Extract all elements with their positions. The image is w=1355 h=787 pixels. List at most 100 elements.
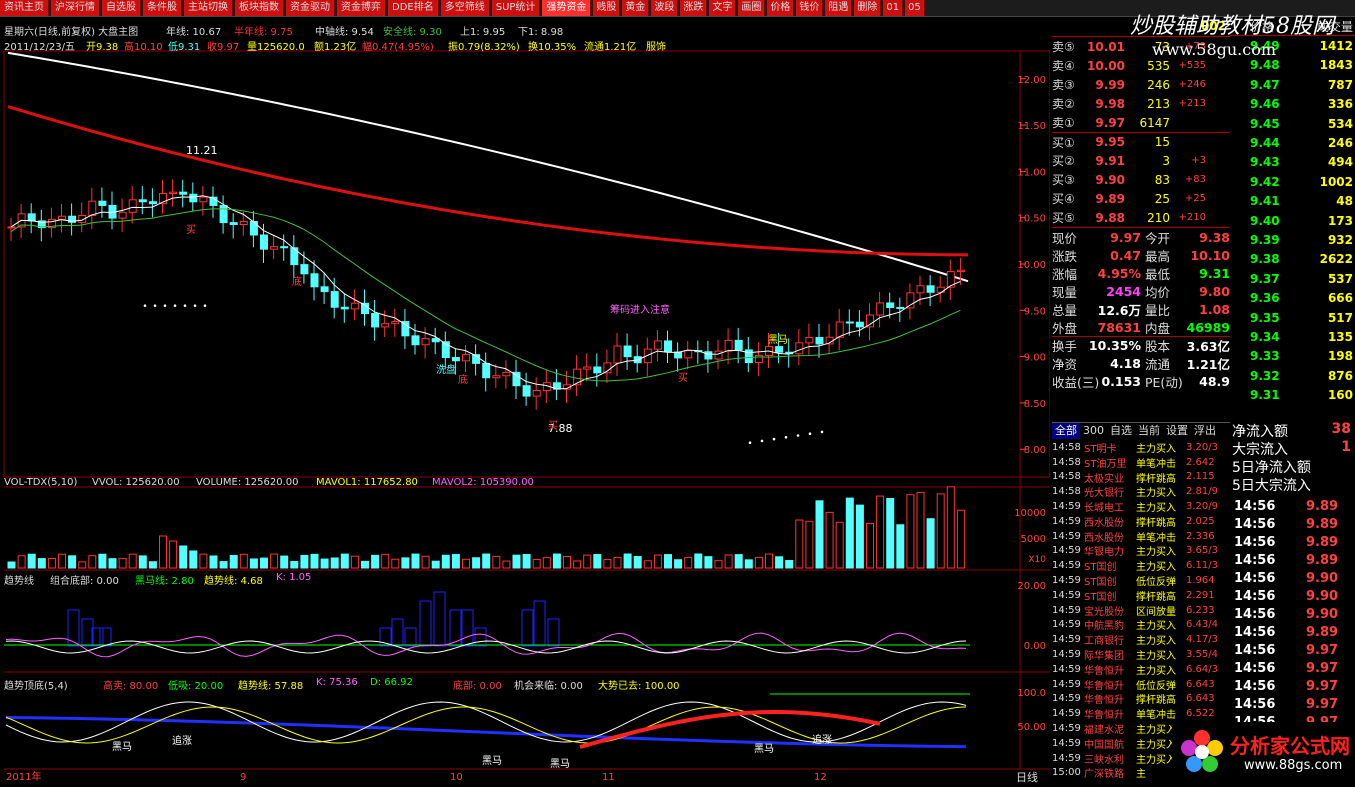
ticker-x: 6.43/4	[1186, 619, 1218, 631]
volume-bar	[866, 522, 874, 569]
toolbar-button-11[interactable]: 强势资金	[542, 0, 592, 16]
volume-bar	[633, 556, 642, 569]
toolbar-button-18[interactable]: 价格	[767, 0, 795, 16]
toolbar-button-16[interactable]: 文字	[709, 0, 737, 16]
toolbar-button-3[interactable]: 条件股	[143, 0, 182, 16]
tab-1[interactable]: 300	[1080, 423, 1107, 439]
stat-key-2: 流通	[1145, 356, 1171, 372]
deal-time: 14:56	[1234, 516, 1276, 532]
kline-chart-area[interactable]: 12.00 11.50 11.00 10.50 10.00 9.50 9.00 8.50 8.0…	[0, 17, 1050, 787]
ticker-row[interactable]: 14:58 ST油万里 单笔冲击 2.642	[1052, 455, 1230, 470]
ticker-row[interactable]: 14:59 西水股份 单笔冲击 2.336	[1052, 529, 1230, 544]
ticker-t: 14:59	[1052, 530, 1081, 542]
toolbar-button-13[interactable]: 黄金	[622, 0, 650, 16]
ticker-row[interactable]: 14:59 ST国创 撑杆跳高 2.291	[1052, 588, 1230, 603]
ticker-e: 撑杆跳高	[1136, 473, 1176, 485]
ticker-row[interactable]: 14:59 ST国创 主力买入 6.11/3	[1052, 558, 1230, 573]
candle-body	[906, 292, 915, 309]
tab-2[interactable]: 自选	[1107, 423, 1135, 439]
tab-0[interactable]: 全部	[1052, 423, 1080, 439]
ticker-e: 单笔冲击	[1136, 532, 1176, 544]
deal-row: 14:56 9.97	[1232, 659, 1355, 677]
ticker-e: 主力买入	[1136, 665, 1176, 677]
toolbar-button-12[interactable]: 贱股	[593, 0, 621, 16]
candle-body	[653, 340, 662, 350]
ticker-row[interactable]: 14:59 华鲁恒升 低位反弹 6.643	[1052, 677, 1230, 692]
candle-body	[300, 264, 309, 275]
toolbar-button-22[interactable]: 01	[883, 0, 904, 16]
ticker-n: ST明卡	[1084, 443, 1117, 455]
tab-5[interactable]: 浮出	[1191, 423, 1219, 439]
stat-row: 涨幅 4.95% 最低 9.31	[1052, 264, 1230, 282]
toolbar-button-15[interactable]: 涨跌	[680, 0, 708, 16]
volume-bar	[270, 553, 279, 569]
toolbar-button-1[interactable]: 沪深行情	[51, 0, 100, 16]
volume-bar	[421, 555, 430, 569]
ticker-t: 14:59	[1052, 634, 1081, 646]
ticker-row[interactable]: 14:58 光大银行 主力买入 2.81/9	[1052, 484, 1230, 499]
chart-canvas[interactable]: 12.00 11.50 11.00 10.50 10.00 9.50 9.00 8.50 8.0…	[0, 17, 1050, 787]
tab-3[interactable]: 当前	[1135, 423, 1163, 439]
toolbar-button-2[interactable]: 自选股	[102, 0, 141, 16]
ticker-row[interactable]: 14:58 ST明卡 主力买入 3.20/3	[1052, 440, 1230, 455]
ladder-row: 9.39 932	[1230, 230, 1355, 249]
ticker-n: 华鲁恒升	[1084, 695, 1124, 707]
ticker-row[interactable]: 14:59 华银电力 主力买入 3.65/3	[1052, 544, 1230, 559]
ladder-price: 9.33	[1250, 349, 1280, 364]
ticker-row[interactable]: 14:59 西水股份 撑杆跳高 2.025	[1052, 514, 1230, 529]
ladder-volume: 876	[1327, 368, 1353, 383]
ticker-row[interactable]: 14:59 华鲁恒升 单笔冲击 6.522	[1052, 706, 1230, 721]
stat-value-2: 9.80	[1199, 283, 1230, 299]
ticker-x: 2.81/9	[1186, 486, 1218, 498]
ladder-volume: 1412	[1319, 39, 1353, 54]
ticker-x: 6.11/3	[1186, 560, 1218, 572]
toolbar-button-6[interactable]: 资金驱动	[286, 0, 335, 16]
ticker-row[interactable]: 14:58 太极实业 撑杆跳高 2.115	[1052, 470, 1230, 485]
toolbar-button-8[interactable]: DDE排名	[388, 0, 439, 16]
ladder-row: 9.36 666	[1230, 288, 1355, 307]
toolbar-button-14[interactable]: 波段	[651, 0, 679, 16]
trend-k: K: 1.05	[276, 572, 312, 583]
order-label: 卖⑤	[1052, 40, 1075, 54]
top-di: 底部: 0.00	[453, 681, 502, 692]
ticker-row[interactable]: 14:59 宝光股份 区间放量 6.233	[1052, 603, 1230, 618]
order-price: 9.91	[1095, 153, 1125, 168]
support-dot	[163, 304, 167, 307]
ticker-row[interactable]: 14:59 华鲁恒升 主力买入 6.64/3	[1052, 662, 1230, 677]
volume-bar	[563, 555, 571, 569]
support-dot	[760, 439, 764, 443]
ticker-row[interactable]: 14:59 中航黑豹 主力买入 6.43/4	[1052, 618, 1230, 632]
toolbar-button-19[interactable]: 钱价	[796, 0, 824, 16]
stat-key-2: 股本	[1145, 339, 1171, 354]
period-label[interactable]: 日线	[1016, 769, 1038, 785]
top-jh: 机会来临: 0.00	[514, 681, 583, 692]
toolbar-button-17[interactable]: 画圈	[738, 0, 766, 16]
flow-row: 5日净流入额	[1232, 457, 1355, 476]
toolbar-button-20[interactable]: 阻遇	[825, 0, 853, 16]
ticker-row[interactable]: 14:59 ST国创 低位反弹 1.964	[1052, 573, 1230, 588]
order-volume: 535	[1147, 58, 1170, 73]
ticker-row[interactable]: 14:59 际华集团 主力买入 3.55/4	[1052, 647, 1230, 662]
toolbar-button-4[interactable]: 主站切换	[184, 0, 233, 16]
tab-4[interactable]: 设置	[1163, 423, 1191, 439]
volume-bar	[724, 554, 733, 569]
toolbar-button-23[interactable]: 05	[905, 0, 925, 16]
toolbar-button-7[interactable]: 资金博弈	[337, 0, 386, 16]
toolbar-button-9[interactable]: 多空筛线	[440, 0, 490, 16]
quote-panel: 002 卖⑤ 10.01 73 +73 卖④ 10.00 535 +535 卖③ 9.99 246 +…	[1052, 17, 1230, 422]
ticker-row[interactable]: 14:59 长城电工 主力买入 3.20/9	[1052, 499, 1230, 514]
ladder-row: 9.41 48	[1230, 192, 1355, 211]
volume-bar	[472, 557, 481, 569]
toolbar-button-21[interactable]: 删除	[854, 0, 882, 16]
ticker-n: 福建水泥	[1084, 725, 1124, 737]
volume-bar	[623, 553, 632, 569]
toolbar-button-0[interactable]: 资讯主页	[0, 0, 49, 16]
ladder-row: 9.34 135	[1230, 327, 1355, 346]
ticker-row[interactable]: 14:59 工商银行 主力买入 4.17/3	[1052, 632, 1230, 647]
ticker-row[interactable]: 14:59 华鲁恒升 撑杆跳高 6.643	[1052, 692, 1230, 707]
order-label: 买②	[1052, 154, 1075, 168]
ticker-n: 华银电力	[1084, 547, 1124, 559]
toolbar-button-5[interactable]: 板块指数	[235, 0, 284, 16]
candle-body	[613, 345, 622, 364]
toolbar-button-10[interactable]: SUP统计	[491, 0, 541, 16]
